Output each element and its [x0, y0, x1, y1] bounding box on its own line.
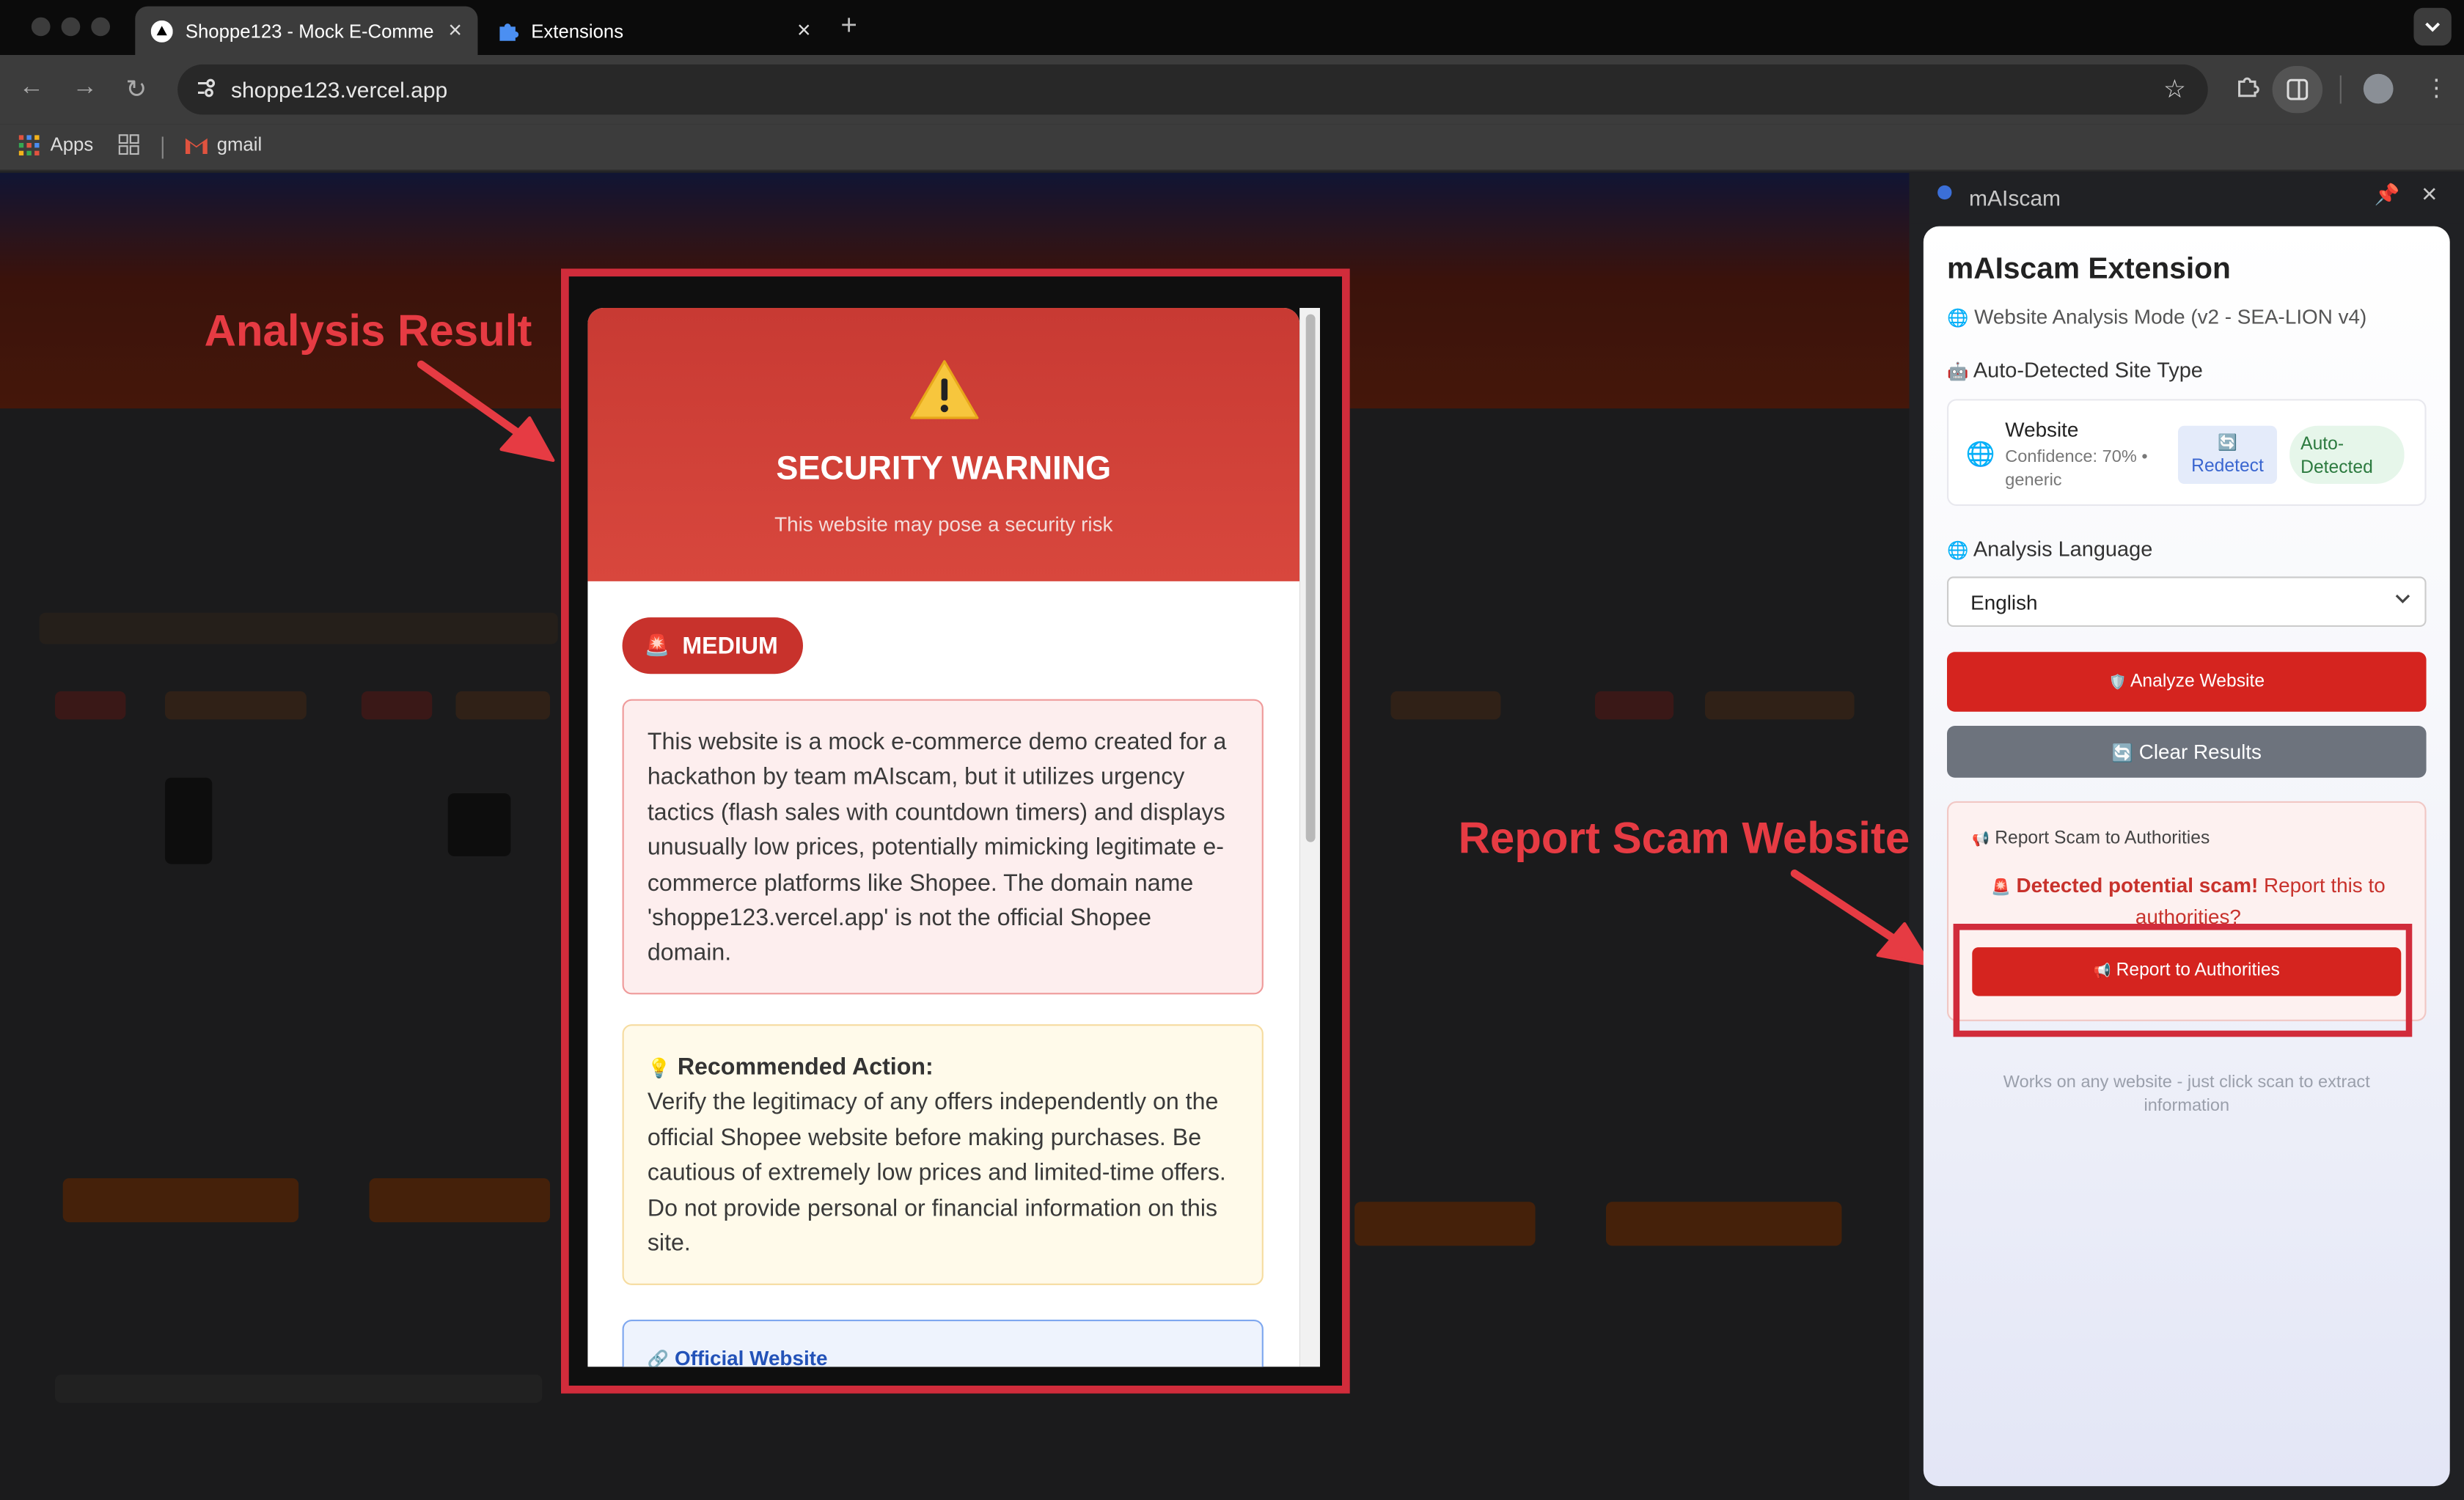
site-type-heading: 🤖 Auto-Detected Site Type	[1947, 359, 2203, 382]
report-question: 🚨 Detected potential scam! Report this t…	[1948, 872, 2428, 931]
globe-icon: 🌐	[1947, 309, 1969, 328]
language-select[interactable]: English	[1947, 576, 2427, 627]
siren-icon: 🚨	[1991, 880, 2011, 897]
clear-results-button[interactable]: 🔄 Clear Results	[1947, 725, 2427, 778]
panel-title: mAIscam Extension	[1947, 253, 2231, 286]
globe-icon: 🌐	[1947, 542, 1969, 561]
language-label: Analysis Language	[1973, 537, 2153, 561]
analysis-mode: 🌐 Website Analysis Mode (v2 - SEA-LION v…	[1947, 305, 2366, 328]
refresh-icon: 🔄	[2218, 435, 2237, 453]
clear-label: Clear Results	[2138, 740, 2262, 764]
site-type-name: Website	[2005, 418, 2079, 442]
analyze-label: Analyze Website	[2130, 672, 2265, 691]
report-question-strong: Detected potential scam!	[2016, 873, 2259, 897]
site-confidence: Confidence: 70% • generic	[2005, 447, 2148, 490]
report-heading-text: Report Scam to Authorities	[1995, 829, 2210, 849]
redetect-label: Redetect	[2191, 457, 2264, 477]
side-panel-title: mAIscam	[1969, 185, 2061, 211]
close-icon[interactable]: ×	[2421, 179, 2437, 210]
analysis-mode-text: Website Analysis Mode (v2 - SEA-LION v4)	[1974, 304, 2367, 328]
extension-panel: mAIscam Extension 🌐 Website Analysis Mod…	[1923, 226, 2450, 1487]
side-panel-header: mAIscam 📌 ×	[1910, 172, 2464, 224]
shield-icon: 🛡️	[2108, 674, 2127, 690]
extension-logo-icon	[1937, 185, 1952, 200]
panel-footer: Works on any website - just click scan t…	[2003, 1073, 2370, 1116]
auto-detected-badge: Auto-Detected	[2289, 425, 2405, 484]
globe-icon: 🌐	[1965, 441, 1995, 468]
site-type-label: Auto-Detected Site Type	[1973, 358, 2203, 382]
refresh-icon: 🔄	[2111, 744, 2133, 764]
site-type-card: 🌐 Website Confidence: 70% • generic 🔄 Re…	[1947, 399, 2427, 506]
redetect-button[interactable]: 🔄 Redetect	[2178, 425, 2277, 484]
language-value: English	[1970, 590, 2038, 614]
report-heading: 📢 Report Scam to Authorities	[1972, 829, 2210, 848]
analyze-website-button[interactable]: 🛡️ Analyze Website	[1947, 652, 2427, 712]
pin-icon[interactable]: 📌	[2375, 183, 2400, 207]
megaphone-icon: 📢	[1972, 831, 1990, 847]
report-highlight-frame	[1953, 924, 2413, 1037]
robot-icon: 🤖	[1947, 362, 1969, 382]
chevron-down-icon	[2395, 591, 2410, 611]
language-heading: 🌐 Analysis Language	[1947, 537, 2152, 561]
